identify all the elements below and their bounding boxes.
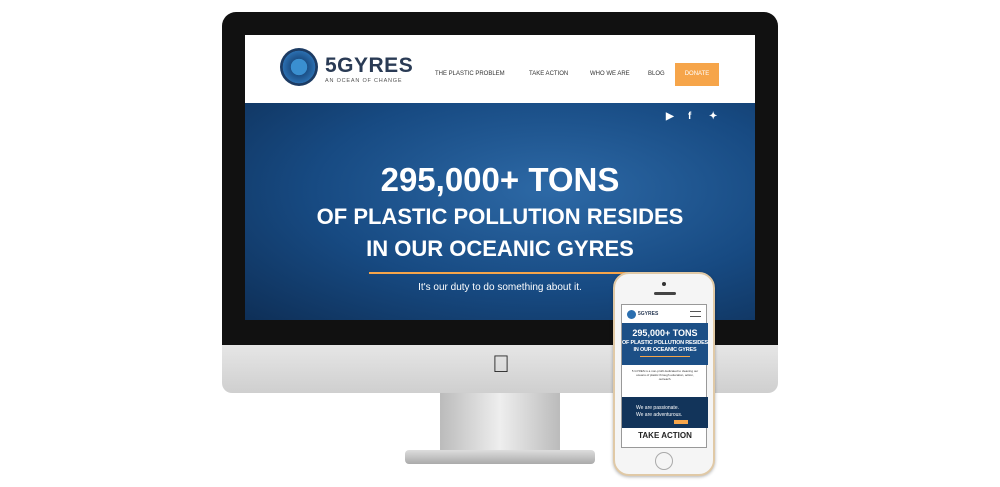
mobile-hero-line3: IN OUR OCEANIC GYRES bbox=[633, 347, 697, 353]
hamburger-menu-icon[interactable] bbox=[690, 311, 701, 317]
imac-base bbox=[405, 450, 595, 464]
site-header: 5GYRES AN OCEAN OF CHANGE THE PLASTIC PR… bbox=[245, 35, 755, 103]
mobile-logo-title[interactable]: 5GYRES bbox=[638, 311, 658, 317]
hero-headline: 295,000+ TONS bbox=[380, 161, 620, 198]
mobile-passion-2: We are adventurous. bbox=[636, 412, 683, 418]
mobile-about-text: 5 GYRES is a non-profit dedicated to cle… bbox=[631, 369, 699, 381]
phone-speaker bbox=[654, 292, 676, 295]
hero-divider bbox=[369, 272, 631, 274]
mobile-hero: 295,000+ TONS OF PLASTIC POLLUTION RESID… bbox=[622, 323, 708, 365]
mobile-passion-section: We are passionate. We are adventurous. bbox=[622, 397, 708, 428]
logo-tagline: AN OCEAN OF CHANGE bbox=[325, 78, 403, 84]
youtube-icon[interactable]: ▶ bbox=[666, 111, 674, 122]
hero-subheadline-2: IN OUR OCEANIC GYRES bbox=[366, 236, 634, 261]
mobile-hero-line2: OF PLASTIC POLLUTION RESIDES bbox=[621, 340, 709, 346]
donate-button[interactable]: DONATE bbox=[675, 63, 719, 86]
mobile-passion-1: We are passionate. bbox=[636, 405, 679, 411]
phone-home-button[interactable] bbox=[655, 452, 673, 470]
mobile-hero-divider bbox=[640, 356, 690, 357]
mobile-cta-button[interactable] bbox=[674, 420, 688, 424]
apple-logo-icon:  bbox=[490, 352, 512, 378]
mobile-logo-icon[interactable] bbox=[627, 310, 636, 319]
mobile-website: 5GYRES 295,000+ TONS OF PLASTIC POLLUTIO… bbox=[621, 304, 708, 448]
nav-plastic-problem[interactable]: THE PLASTIC PROBLEM bbox=[435, 71, 505, 77]
mobile-take-action-heading: TAKE ACTION bbox=[638, 431, 692, 440]
nav-take-action[interactable]: TAKE ACTION bbox=[529, 71, 568, 77]
nav-blog[interactable]: BLOG bbox=[648, 71, 665, 77]
twitter-icon[interactable]: ✦ bbox=[709, 111, 717, 122]
nav-who-we-are[interactable]: WHO WE ARE bbox=[590, 71, 630, 77]
phone-camera bbox=[662, 282, 666, 286]
logo-title[interactable]: 5GYRES bbox=[325, 54, 413, 78]
logo-icon[interactable] bbox=[280, 48, 318, 86]
imac-stand bbox=[440, 393, 560, 451]
hero-subheadline-1: OF PLASTIC POLLUTION RESIDES bbox=[316, 204, 684, 229]
mobile-hero-headline: 295,000+ TONS bbox=[632, 328, 698, 338]
facebook-icon[interactable]: f bbox=[688, 111, 691, 122]
iphone: 5GYRES 295,000+ TONS OF PLASTIC POLLUTIO… bbox=[613, 272, 715, 476]
